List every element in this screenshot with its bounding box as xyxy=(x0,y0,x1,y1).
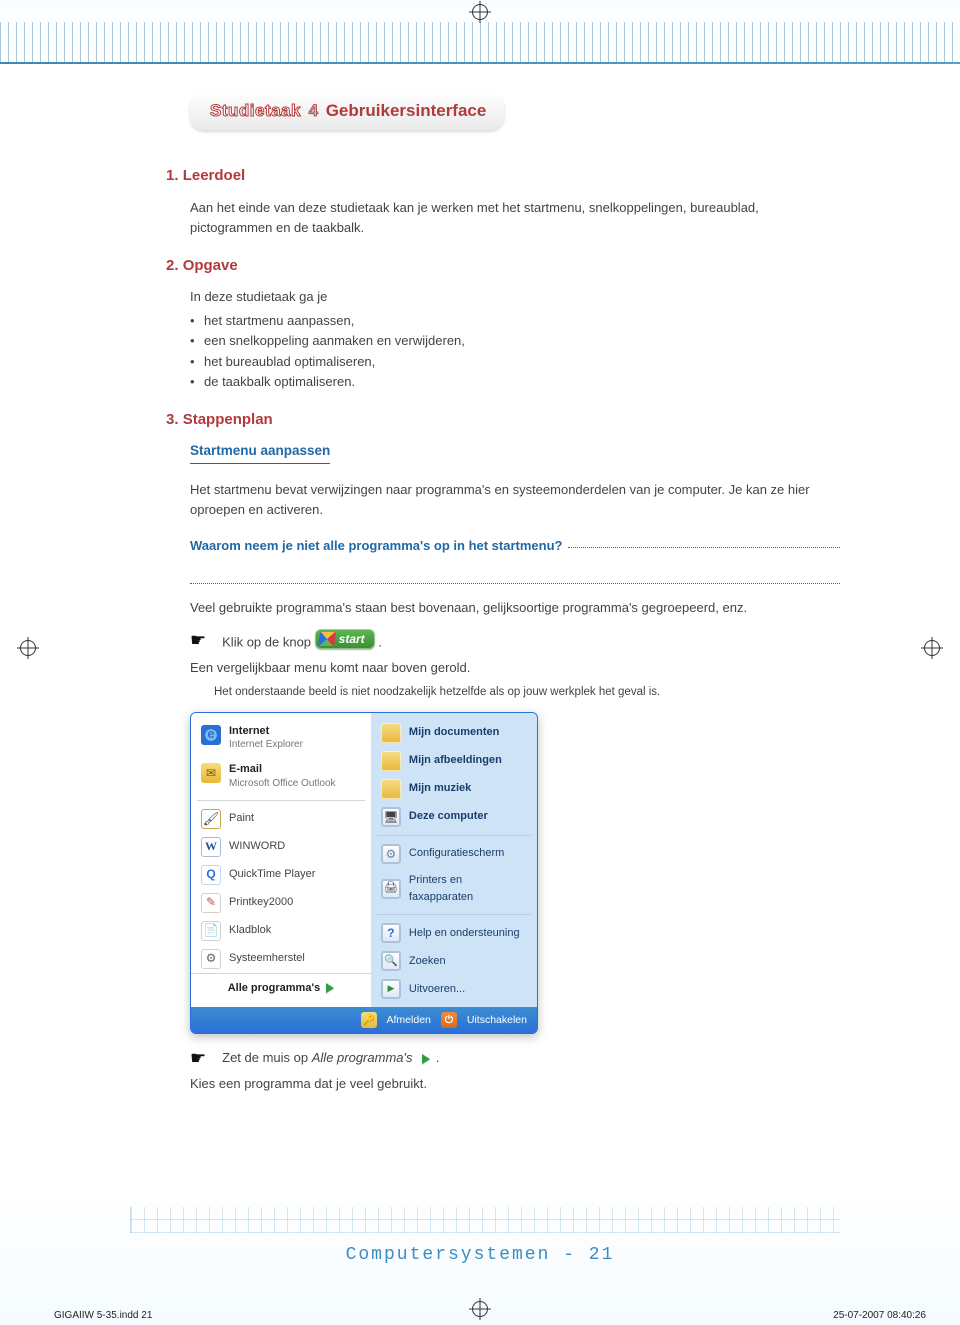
menu-appears-text: Een vergelijkbaar menu komt naar boven g… xyxy=(190,658,840,678)
logoff-icon[interactable]: 🔑 xyxy=(361,1012,377,1028)
startmenu-item-documents[interactable]: Mijn documenten xyxy=(371,719,537,747)
heading-opgave: 2. Opgave xyxy=(166,254,840,277)
page-content: Studietaak 4 Gebruikersinterface 1. Leer… xyxy=(0,0,960,1095)
indesign-slug-left: GIGAIIW 5-35.indd 21 xyxy=(54,1310,152,1321)
step-row: ☛ Klik op de knop start . xyxy=(190,629,840,652)
choose-program-text: Kies een programma dat je veel gebruikt. xyxy=(190,1074,840,1094)
subheading-startmenu: Startmenu aanpassen xyxy=(190,441,330,464)
pointing-hand-icon: ☛ xyxy=(190,631,206,649)
shutdown-icon[interactable]: ⏻ xyxy=(441,1012,457,1028)
step-row: ☛ Zet de muis op Alle programma's . xyxy=(190,1048,840,1068)
system-restore-icon xyxy=(201,949,221,969)
step-text: Zet de muis op Alle programma's . xyxy=(222,1048,439,1068)
separator xyxy=(197,800,365,801)
list-item: het startmenu aanpassen, xyxy=(204,311,840,331)
chapter-pill: Studietaak 4 Gebruikersinterface xyxy=(190,92,504,130)
dotted-line-icon xyxy=(568,538,840,548)
startmenu-item-printers[interactable]: Printers en faxapparaten xyxy=(371,868,537,910)
separator xyxy=(377,835,531,836)
paint-icon xyxy=(201,809,221,829)
start-button[interactable]: start xyxy=(315,629,375,650)
list-item: de taakbalk optimaliseren. xyxy=(204,372,840,392)
search-icon xyxy=(381,951,401,971)
list-item: het bureaublad optimaliseren, xyxy=(204,352,840,372)
folder-icon xyxy=(381,779,401,799)
dotted-line-icon xyxy=(190,568,840,584)
startmenu-item-email[interactable]: E-mailMicrosoft Office Outlook xyxy=(191,757,371,795)
startmenu-item-run[interactable]: Uitvoeren... xyxy=(371,975,537,1003)
answer-help: Veel gebruikte programma's staan best bo… xyxy=(190,598,840,618)
mail-icon xyxy=(201,763,221,783)
footer-title: Computersystemen - 21 xyxy=(0,1245,960,1265)
shutdown-label[interactable]: Uitschakelen xyxy=(467,1012,527,1028)
startmenu-item-paint[interactable]: Paint xyxy=(191,805,371,833)
computer-icon xyxy=(381,807,401,827)
startmenu-item-systeemherstel[interactable]: Systeemherstel xyxy=(191,945,371,973)
startmenu-right-column: Mijn documenten Mijn afbeeldingen Mijn m… xyxy=(371,713,537,1007)
heading-leerdoel: 1. Leerdoel xyxy=(166,164,840,187)
startmenu-item-search[interactable]: Zoeken xyxy=(371,947,537,975)
leerdoel-text: Aan het einde van deze studietaak kan je… xyxy=(190,198,840,238)
folder-icon xyxy=(381,751,401,771)
startmenu-footer: 🔑 Afmelden ⏻ Uitschakelen xyxy=(191,1007,537,1033)
startmenu-all-programs[interactable]: Alle programma's xyxy=(191,973,371,1003)
startmenu-item-control-panel[interactable]: Configuratiescherm xyxy=(371,840,537,868)
step-text: Klik op de knop start . xyxy=(222,629,382,652)
pointing-hand-icon: ☛ xyxy=(190,1049,206,1067)
folder-icon xyxy=(381,723,401,743)
startmenu-item-computer[interactable]: Deze computer xyxy=(371,803,537,831)
help-icon xyxy=(381,923,401,943)
word-icon xyxy=(201,837,221,857)
notepad-icon xyxy=(201,921,221,941)
startmenu-item-quicktime[interactable]: QuickTime Player xyxy=(191,861,371,889)
arrow-right-icon xyxy=(422,1054,430,1064)
pill-number: 4 xyxy=(309,101,318,120)
startmenu-item-internet[interactable]: InternetInternet Explorer xyxy=(191,719,371,757)
ie-icon xyxy=(201,725,221,745)
printer-icon xyxy=(381,879,401,899)
list-item: een snelkoppeling aanmaken en verwijdere… xyxy=(204,331,840,351)
separator xyxy=(377,914,531,915)
arrow-right-icon xyxy=(326,983,334,993)
opgave-intro: In deze studietaak ga je xyxy=(190,287,840,307)
windows-flag-icon xyxy=(318,632,336,646)
run-icon xyxy=(381,979,401,999)
note-text: Het onderstaande beeld is niet noodzakel… xyxy=(214,684,840,702)
stappenplan-intro: Het startmenu bevat verwijzingen naar pr… xyxy=(190,480,840,520)
control-panel-icon xyxy=(381,844,401,864)
pill-title: Gebruikersinterface xyxy=(326,101,487,120)
opgave-list: het startmenu aanpassen, een snelkoppeli… xyxy=(190,311,840,392)
startmenu-item-music[interactable]: Mijn muziek xyxy=(371,775,537,803)
registration-mark-icon xyxy=(472,1301,488,1317)
question-row: Waarom neem je niet alle programma's op … xyxy=(190,524,840,556)
pill-prefix: Studietaak xyxy=(210,101,301,120)
startmenu-item-help[interactable]: Help en ondersteuning xyxy=(371,919,537,947)
printkey-icon xyxy=(201,893,221,913)
footer-grid-decoration xyxy=(130,1207,840,1233)
startmenu-screenshot: InternetInternet Explorer E-mailMicrosof… xyxy=(190,712,538,1034)
question-text: Waarom neem je niet alle programma's op … xyxy=(190,536,562,556)
indesign-slug-right: 25-07-2007 08:40:26 xyxy=(833,1310,926,1321)
startmenu-item-printkey[interactable]: Printkey2000 xyxy=(191,889,371,917)
startmenu-left-column: InternetInternet Explorer E-mailMicrosof… xyxy=(191,713,371,1007)
quicktime-icon xyxy=(201,865,221,885)
startmenu-item-pictures[interactable]: Mijn afbeeldingen xyxy=(371,747,537,775)
startmenu-item-kladblok[interactable]: Kladblok xyxy=(191,917,371,945)
startmenu-item-winword[interactable]: WINWORD xyxy=(191,833,371,861)
heading-stappenplan: 3. Stappenplan xyxy=(166,408,840,431)
logoff-label[interactable]: Afmelden xyxy=(387,1012,431,1028)
